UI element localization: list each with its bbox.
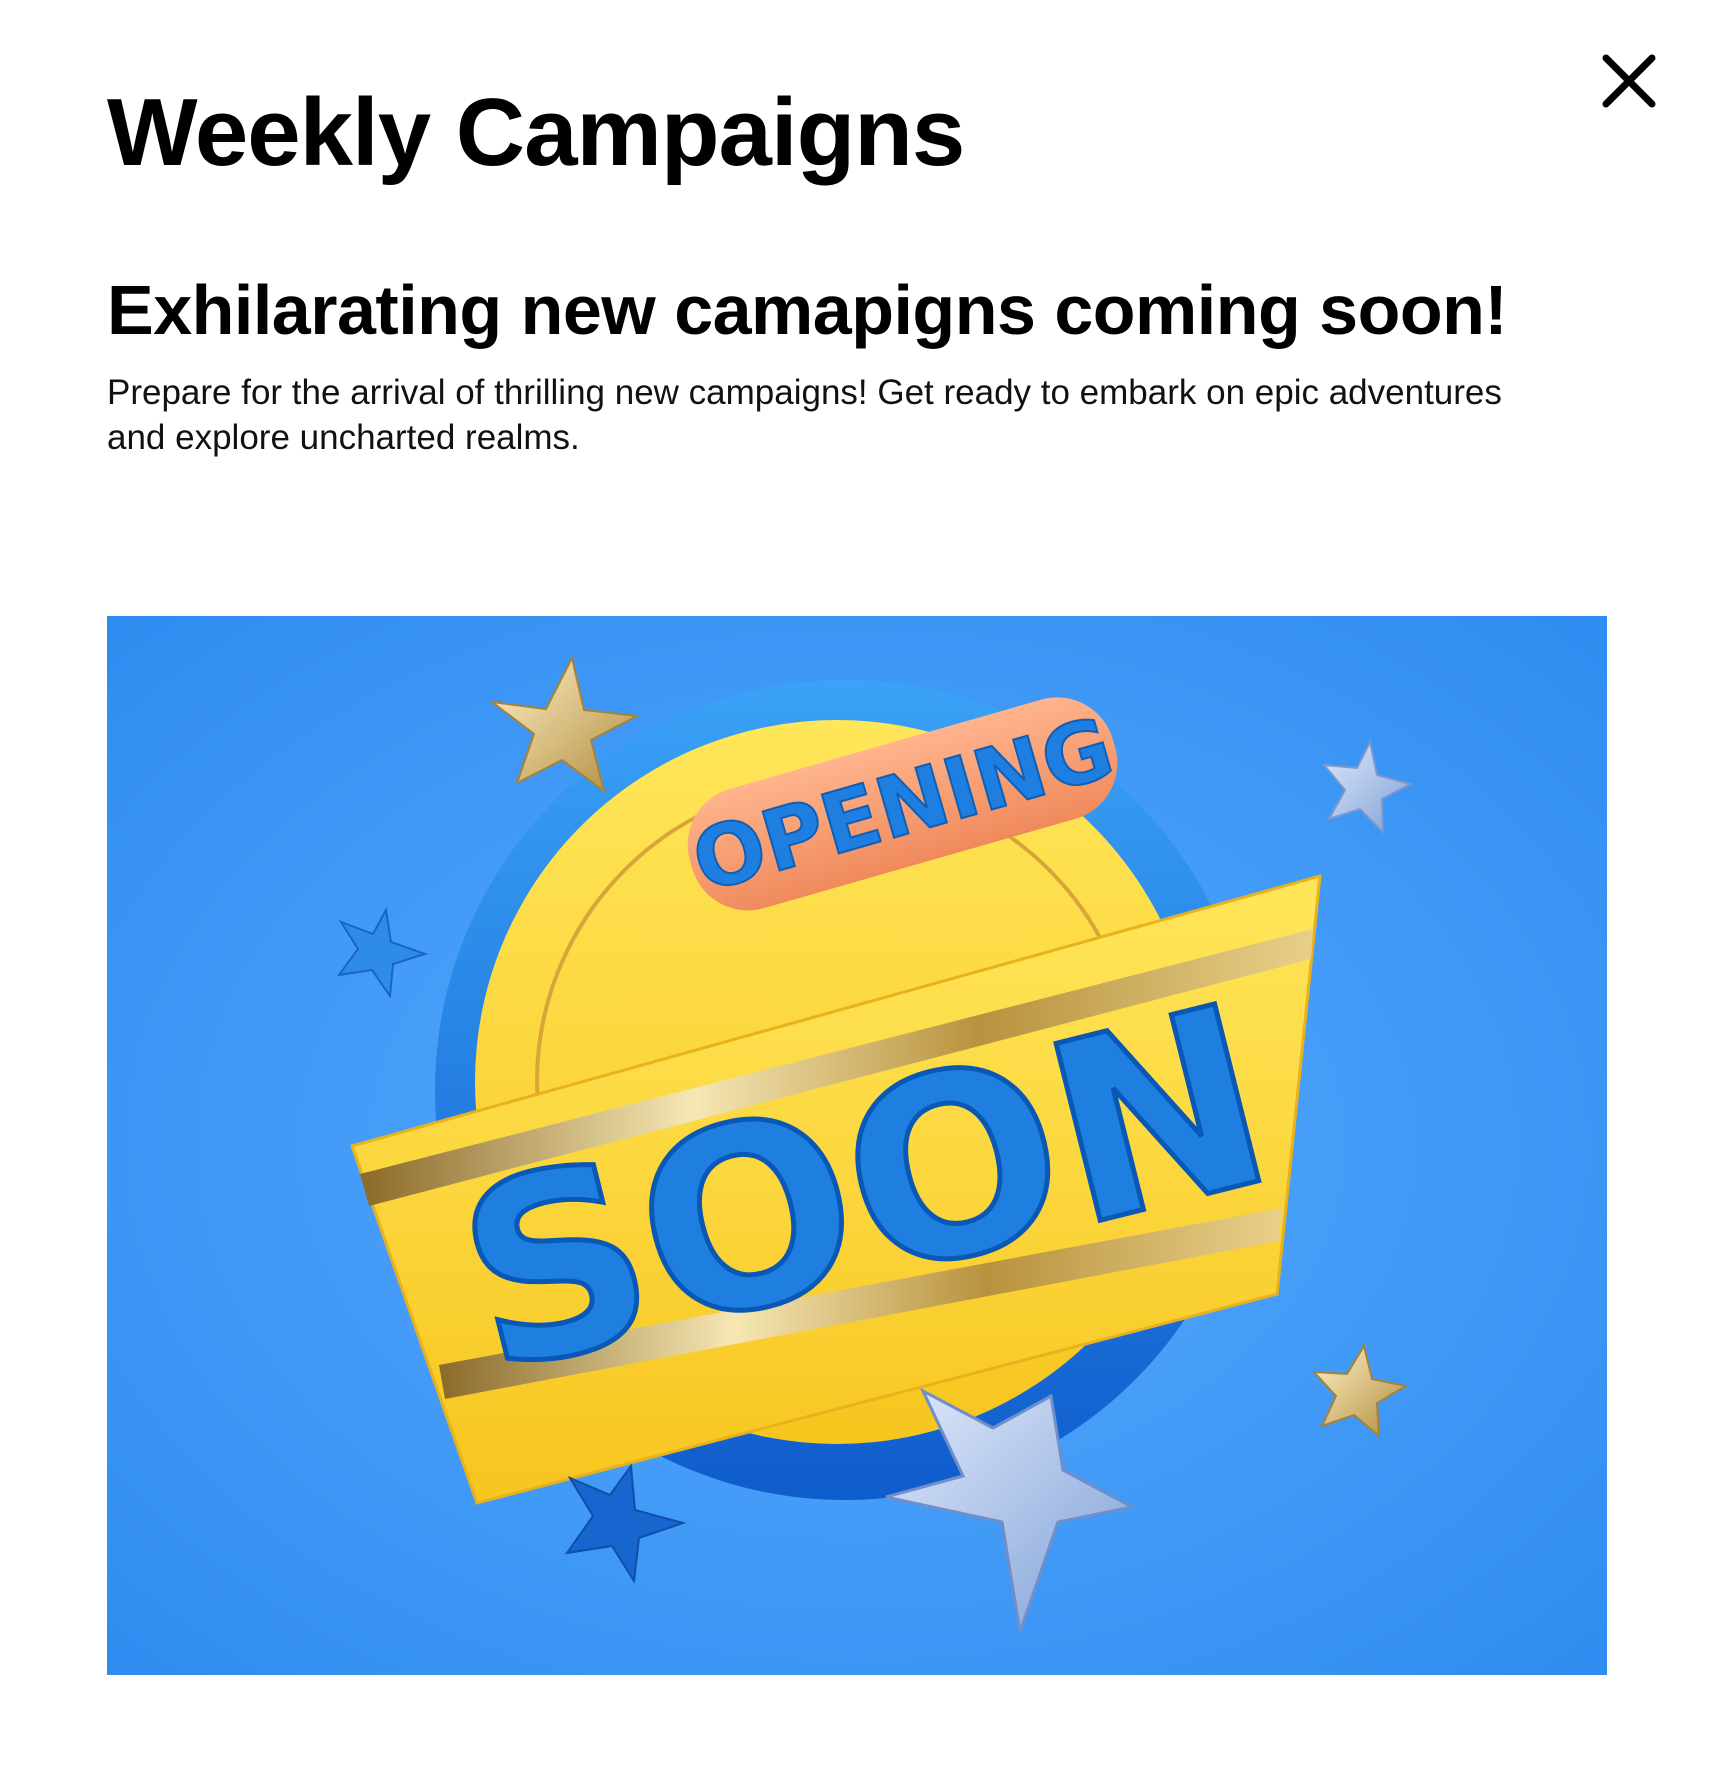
campaign-description: Prepare for the arrival of thrilling new… [107,373,1502,457]
campaign-headline: Exhilarating new camapigns coming soon! [107,271,1508,349]
modal-title: Weekly Campaigns [107,79,965,186]
campaigns-modal: Weekly Campaigns Exhilarating new camapi… [0,0,1728,1785]
coming-soon-banner: OPENING SOON [107,616,1607,1675]
close-button[interactable] [1600,52,1658,110]
close-icon [1602,54,1656,108]
coming-soon-illustration: OPENING SOON [107,616,1607,1675]
